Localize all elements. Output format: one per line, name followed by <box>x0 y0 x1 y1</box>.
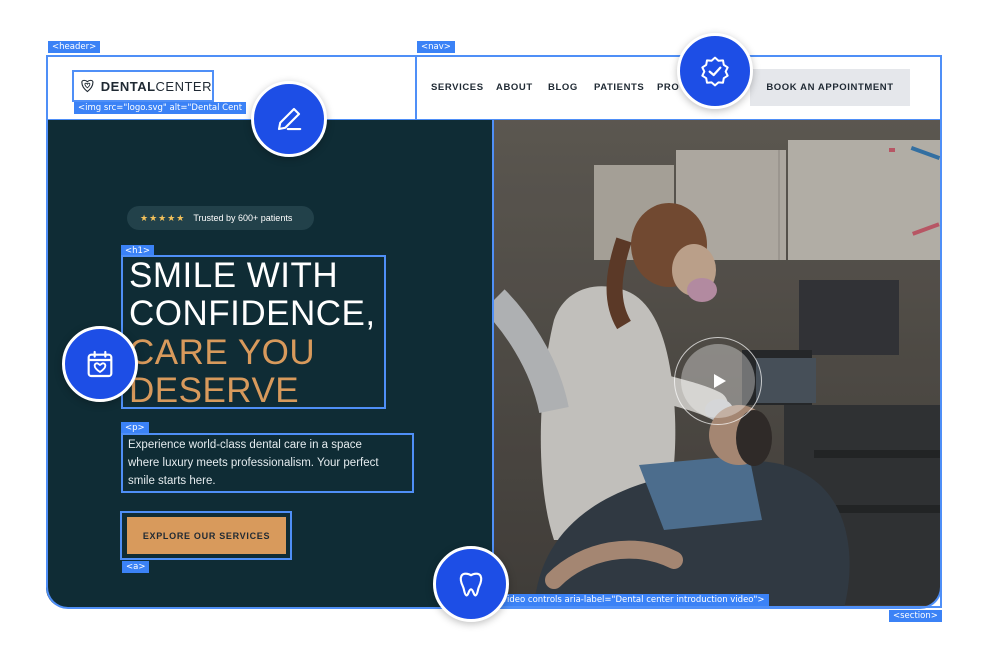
logo-text-bold: DENTAL <box>100 78 156 94</box>
logo-text-light: CENTER <box>155 78 212 94</box>
section-outline <box>46 120 942 609</box>
verified-badge-icon <box>701 56 729 87</box>
logo-text: DENTALCENTER <box>101 79 212 94</box>
nav-about[interactable]: ABOUT <box>496 82 533 93</box>
tooth-icon <box>459 572 483 597</box>
header-nav-divider <box>415 55 417 121</box>
calendar-badge <box>62 326 138 402</box>
img-tag: <img src="logo.svg" alt="Dental Cent <box>74 102 247 114</box>
nav-services[interactable]: SERVICES <box>431 82 484 93</box>
calendar-heart-icon <box>87 350 113 378</box>
section-tag: <section> <box>889 610 942 622</box>
heart-tooth-icon <box>81 79 94 93</box>
nav-tag: <nav> <box>417 41 455 53</box>
pencil-icon <box>277 107 302 131</box>
nav-patients[interactable]: PATIENTS <box>594 82 644 93</box>
tooth-badge <box>433 546 509 622</box>
verified-badge <box>677 33 753 109</box>
nav-pro[interactable]: PRO <box>657 82 679 93</box>
header-tag: <header> <box>48 41 101 53</box>
logo[interactable]: DENTALCENTER <box>72 70 214 102</box>
pencil-badge <box>251 81 327 157</box>
nav-blog[interactable]: BLOG <box>548 82 578 93</box>
book-appointment-button[interactable]: BOOK AN APPOINTMENT <box>750 69 910 106</box>
